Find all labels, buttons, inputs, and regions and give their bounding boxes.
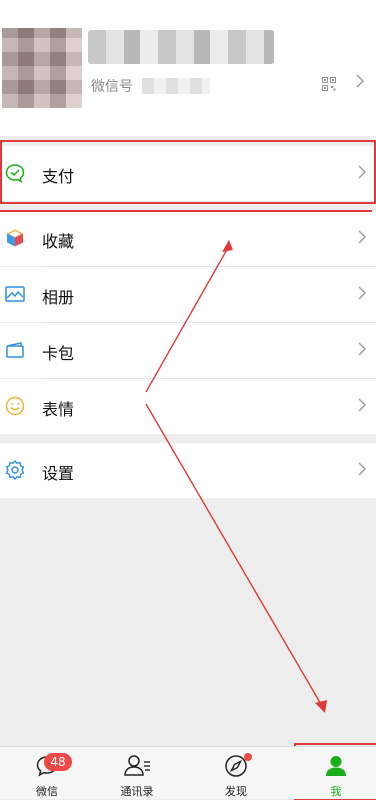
menu-item-label: 相册 <box>42 288 75 307</box>
profile-card[interactable]: 微信号 <box>0 0 376 136</box>
chevron-right-icon <box>358 462 366 476</box>
chevron-right-icon <box>358 165 366 179</box>
nickname-blurred <box>88 30 274 64</box>
arrow-head <box>315 700 327 713</box>
menu-item-label: 设置 <box>42 464 75 483</box>
menu-item-stickers[interactable]: 表情 <box>0 379 376 434</box>
tab-label: 微信 <box>36 785 58 798</box>
tab-me[interactable]: 我 <box>289 747 376 799</box>
pay-icon <box>5 164 25 184</box>
smiley-icon <box>5 396 25 416</box>
album-icon <box>5 286 25 302</box>
menu-item-label: 表情 <box>42 400 75 419</box>
menu-item-album[interactable]: 相册 <box>0 267 376 322</box>
menu-item-label: 卡包 <box>42 344 75 363</box>
person-icon <box>326 756 346 776</box>
chevron-right-icon <box>358 230 366 244</box>
tab-chats[interactable]: 48 微信 <box>0 747 94 799</box>
menu-item-label: 收藏 <box>42 232 75 251</box>
chevron-right-icon <box>358 286 366 300</box>
qr-code-icon[interactable] <box>322 77 336 91</box>
chevron-right-icon <box>356 74 364 88</box>
menu-item-label: 支付 <box>42 167 75 186</box>
chevron-right-icon <box>358 342 366 356</box>
tab-discover[interactable]: 发现 <box>189 747 283 799</box>
tab-label: 通讯录 <box>120 785 154 798</box>
menu-item-settings[interactable]: 设置 <box>0 443 376 498</box>
menu-item-pay[interactable]: 支付 <box>0 146 376 201</box>
favorites-cube-icon <box>7 229 23 247</box>
bottom-tab-bar: 48 微信 通讯录 发现 我 <box>0 746 376 799</box>
tab-contacts[interactable]: 通讯录 <box>90 747 184 799</box>
chevron-right-icon <box>358 398 366 412</box>
gear-icon <box>5 459 25 481</box>
unread-badge: 48 <box>44 753 72 771</box>
tab-label: 发现 <box>225 785 247 798</box>
notification-dot <box>244 753 252 761</box>
wechat-id-blurred <box>142 78 210 94</box>
avatar[interactable] <box>2 28 82 108</box>
menu-item-cards[interactable]: 卡包 <box>0 323 376 378</box>
wechat-id-label: 微信号 <box>91 79 133 95</box>
menu-item-favorites[interactable]: 收藏 <box>0 211 376 266</box>
contacts-icon <box>124 755 150 776</box>
card-wallet-icon <box>6 342 24 358</box>
tab-label: 我 <box>330 785 342 798</box>
